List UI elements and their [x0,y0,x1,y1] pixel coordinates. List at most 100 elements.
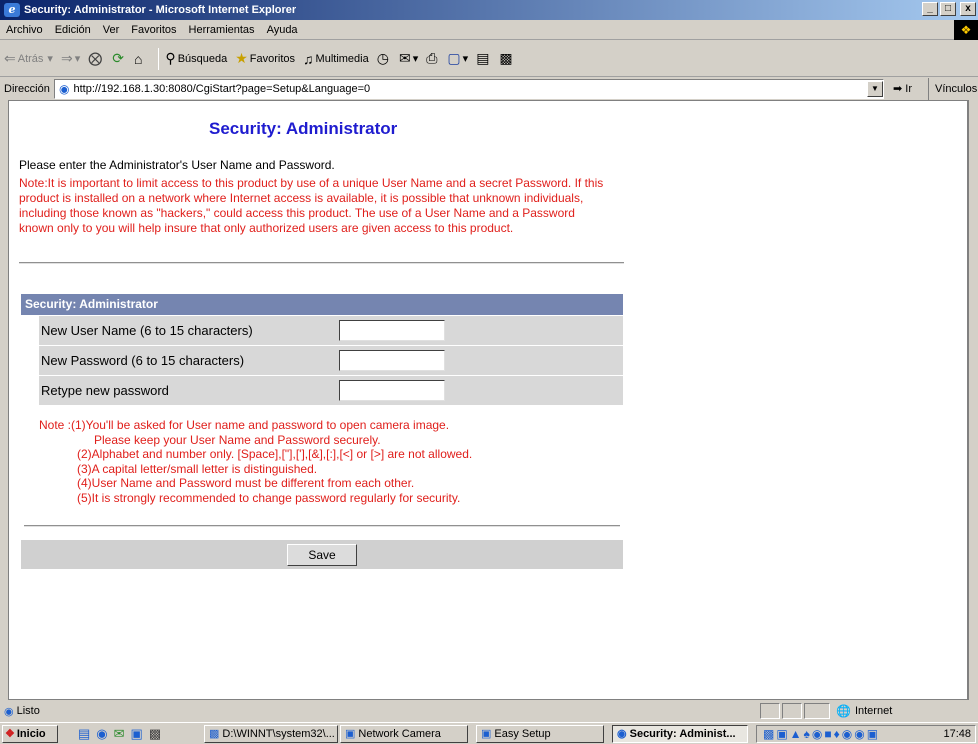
menu-favoritos[interactable]: Favoritos [125,24,182,36]
page-content: Security: Administrator Please enter the… [8,100,968,700]
print-button[interactable]: ⎙ [426,50,439,67]
task-easy-setup[interactable]: ▣ Easy Setup [476,725,604,743]
menu-ver[interactable]: Ver [97,24,126,36]
refresh-icon: ⟳ [112,50,124,66]
stop-icon: ⨂ [88,50,103,66]
toolbar-separator [158,47,160,70]
page-title: Security: Administrator [209,119,398,138]
section-header: Security: Administrator [21,294,623,315]
search-label: Búsqueda [177,52,228,65]
forward-button[interactable]: ⇒ ▾ [61,50,80,67]
divider-top [19,262,624,264]
history-button[interactable]: ◷ [377,50,391,67]
console-icon: ▩ [209,728,220,740]
save-bar: Save [21,540,623,569]
status-text: Listo [16,705,40,717]
note-5: (5)It is strongly recommended to change … [77,490,461,505]
task-security-admin[interactable]: ◉ Security: Administ... [612,725,748,743]
media-quicklaunch-icon[interactable]: ▩ [149,726,161,742]
home-button[interactable]: ⌂ [134,51,144,67]
task-network-camera-label: Network Camera [358,728,441,740]
mail-button[interactable]: ✉ ▾ [399,50,418,67]
ie-icon: e [4,3,20,17]
page-icon: ◉ [59,82,70,96]
vertical-scrollbar[interactable] [968,100,978,700]
mail-dropdown-icon: ▾ [412,53,419,65]
notes-block: Note :(1)You'll be asked for User name a… [39,418,472,506]
window-icon: ▣ [481,728,492,740]
note-4: (4)User Name and Password must be differ… [77,476,415,491]
window-icon: ▣ [345,728,356,740]
intro-note: Note:It is important to limit access to … [19,176,604,235]
word-dropdown-icon: ▾ [462,53,469,65]
address-input[interactable]: ◉ http://192.168.1.30:8080/CgiStart?page… [54,79,884,99]
tray-icons[interactable]: ▩▣▲♠◉■♦◉◉▣ [763,727,880,741]
username-input[interactable] [339,320,445,341]
status-bar: ◉ Listo 🌐 Internet [0,701,978,721]
retype-password-label: Retype new password [41,383,169,398]
zone-label: Internet [854,705,893,717]
favorites-icon: ★ [235,50,248,66]
go-button[interactable]: ➡ Ir [893,82,912,95]
back-button[interactable]: ⇐ Atrás ▾ [4,50,53,67]
app-quicklaunch-icon[interactable]: ▣ [131,726,143,742]
refresh-button[interactable]: ⟳ [112,50,126,67]
form-row-retype-password: Retype new password [39,376,623,405]
multimedia-label: Multimedia [315,52,369,65]
menu-edicion[interactable]: Edición [49,24,97,36]
multimedia-icon: ♫ [303,50,314,67]
address-url: http://192.168.1.30:8080/CgiStart?page=S… [73,83,371,95]
search-button[interactable]: ⚲ Búsqueda [165,50,227,67]
minimize-button[interactable]: _ [922,2,938,16]
back-dropdown-icon: ▾ [47,53,53,65]
divider-bottom [24,525,620,527]
ie-quicklaunch-icon[interactable]: ◉ [96,726,107,742]
discuss-button[interactable]: ▤ [476,50,491,67]
task-network-camera[interactable]: ▣ Network Camera [340,725,468,743]
title-bar: e Security: Administrator - Microsoft In… [0,0,978,20]
status-cell [760,703,780,719]
taskbar: ❖ Inicio ▤ ◉ ✉ ▣ ▩ ▩ D:\WINNT\system32\...… [0,722,978,744]
favorites-button[interactable]: ★ Favoritos [235,50,295,67]
favorites-label: Favoritos [249,52,296,65]
ie-icon: ◉ [617,728,627,740]
outlook-icon[interactable]: ✉ [114,726,125,742]
system-tray: ▩▣▲♠◉■♦◉◉▣ 17:48 [756,725,976,743]
back-label: Atrás [17,52,44,65]
history-icon: ◷ [376,50,389,66]
globe-icon: 🌐 [836,704,851,718]
task-cmd[interactable]: ▩ D:\WINNT\system32\... [204,725,338,743]
menu-bar: Archivo Edición Ver Favoritos Herramient… [0,20,978,40]
task-security-admin-label: Security: Administ... [629,728,736,740]
address-dropdown-icon[interactable]: ▼ [867,81,883,97]
search-icon: ⚲ [165,50,176,66]
print-icon: ⎙ [426,50,438,66]
windows-logo-icon: ❖ [954,20,978,40]
task-cmd-label: D:\WINNT\system32\... [222,728,335,740]
messenger-button[interactable]: ▩ [499,50,514,67]
status-cell [782,703,802,719]
close-button[interactable]: x [960,2,976,16]
save-button[interactable]: Save [287,544,357,566]
security-zone: 🌐 Internet [836,704,892,718]
word-button[interactable]: ▢ ▾ [447,50,468,67]
multimedia-button[interactable]: ♫ Multimedia [303,51,369,67]
maximize-button[interactable]: □ [940,2,956,16]
start-button[interactable]: ❖ Inicio [2,725,58,743]
stop-button[interactable]: ⨂ [88,50,104,67]
form-row-password: New Password (6 to 15 characters) [39,346,623,375]
retype-password-input[interactable] [339,380,445,401]
status-cell [804,703,830,719]
page-status-icon: ◉ [4,705,14,718]
intro-text: Please enter the Administrator's User Na… [19,158,335,172]
menu-ayuda[interactable]: Ayuda [261,24,304,36]
menu-archivo[interactable]: Archivo [0,24,49,36]
toolbar: ⇐ Atrás ▾ ⇒ ▾ ⨂ ⟳ ⌂ ⚲ Búsqueda ★ Favorit… [0,41,978,77]
password-input[interactable] [339,350,445,371]
note-1-continued: Please keep your User Name and Password … [94,432,381,447]
task-easy-setup-label: Easy Setup [494,728,551,740]
show-desktop-icon[interactable]: ▤ [78,726,90,742]
password-label: New Password (6 to 15 characters) [41,353,245,368]
links-button[interactable]: Vínculos [928,78,977,100]
menu-herramientas[interactable]: Herramientas [183,24,261,36]
